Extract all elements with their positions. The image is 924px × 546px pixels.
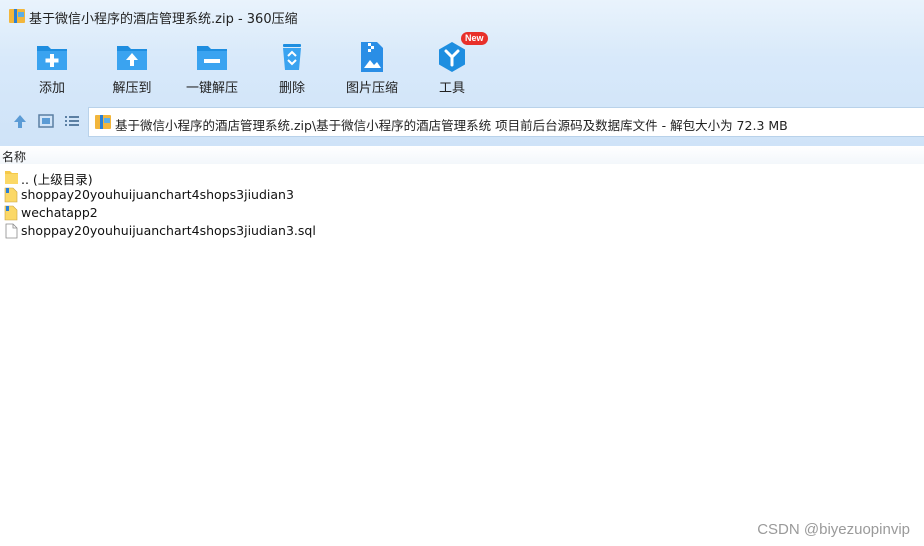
extract-to-button[interactable]: 解压到: [97, 32, 167, 100]
list-item[interactable]: wechatapp2: [0, 204, 400, 222]
folder-file-icon: [4, 187, 18, 203]
recycle-bin-icon: [283, 44, 301, 70]
list-item-name: wechatapp2: [21, 205, 98, 220]
list-item[interactable]: shoppay20youhuijuanchart4shops3jiudian3: [0, 186, 400, 204]
folder-file-icon: [4, 205, 18, 221]
tools-button[interactable]: New 工具: [417, 32, 488, 100]
thumbnail-view-icon[interactable]: [37, 112, 55, 130]
list-item-parent-dir[interactable]: .. (上级目录): [0, 168, 400, 187]
one-click-extract-icon: [197, 46, 227, 70]
folder-icon: [5, 171, 18, 184]
list-item-name: shoppay20youhuijuanchart4shops3jiudian3.…: [21, 223, 316, 238]
window-chrome: 基于微信小程序的酒店管理系统.zip - 360压缩 添加 解压到 一键解压 删…: [0, 0, 924, 146]
image-compress-label: 图片压缩: [345, 81, 398, 96]
one-click-extract-label: 一键解压: [185, 81, 238, 96]
image-compress-icon: [361, 42, 383, 72]
toolbar: 添加 解压到 一键解压 删除 图片压缩 New 工具: [0, 32, 924, 100]
list-view-icon[interactable]: [63, 112, 81, 130]
tools-label: 工具: [438, 81, 465, 96]
add-folder-icon: [37, 46, 67, 70]
extract-to-icon: [117, 46, 147, 70]
extract-to-label: 解压到: [112, 81, 152, 96]
one-click-extract-button[interactable]: 一键解压: [177, 32, 247, 100]
title-bar: 基于微信小程序的酒店管理系统.zip - 360压缩: [0, 0, 924, 32]
navigation-row: 基于微信小程序的酒店管理系统.zip\基于微信小程序的酒店管理系统 项目前后台源…: [0, 104, 924, 140]
window-title: 基于微信小程序的酒店管理系统.zip - 360压缩: [29, 12, 298, 27]
zip-archive-icon: [95, 115, 111, 129]
delete-label: 删除: [278, 81, 305, 96]
list-item[interactable]: shoppay20youhuijuanchart4shops3jiudian3.…: [0, 222, 400, 240]
document-icon: [5, 223, 18, 239]
up-arrow-icon[interactable]: [11, 112, 29, 130]
list-item-name: shoppay20youhuijuanchart4shops3jiudian3: [21, 187, 294, 202]
add-button[interactable]: 添加: [17, 32, 87, 100]
tools-icon: [439, 42, 465, 72]
watermark: CSDN @biyezuopinvip: [757, 521, 910, 538]
new-badge: New: [461, 32, 488, 45]
name-column-header[interactable]: 名称: [0, 146, 924, 164]
address-path: 基于微信小程序的酒店管理系统.zip\基于微信小程序的酒店管理系统 项目前后台源…: [115, 118, 788, 133]
delete-button[interactable]: 删除: [257, 32, 327, 100]
image-compress-button[interactable]: 图片压缩: [337, 32, 407, 100]
add-label: 添加: [38, 81, 65, 96]
address-bar[interactable]: 基于微信小程序的酒店管理系统.zip\基于微信小程序的酒店管理系统 项目前后台源…: [88, 107, 924, 137]
name-column-label: 名称: [2, 150, 27, 164]
zip-app-icon: [9, 9, 25, 23]
